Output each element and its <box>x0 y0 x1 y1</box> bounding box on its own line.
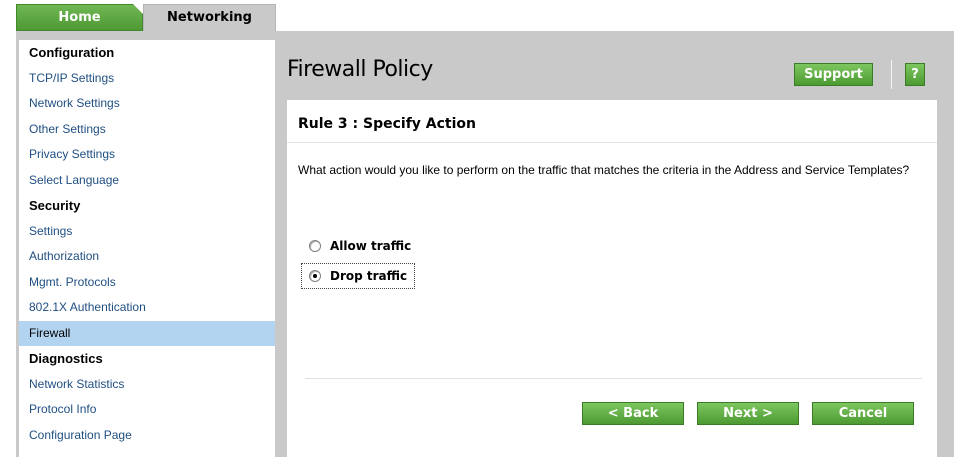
sidebar-item-mgmt-protocols[interactable]: Mgmt. Protocols <box>19 270 275 296</box>
help-button[interactable]: ? <box>905 63 925 86</box>
sidebar-item-firewall[interactable]: Firewall <box>19 320 275 346</box>
sidebar-item-protocol-info[interactable]: Protocol Info <box>19 397 275 423</box>
sidebar-header-configuration: Configuration <box>29 45 115 60</box>
sidebar-header-diagnostics: Diagnostics <box>29 351 103 366</box>
back-button[interactable]: < Back <box>582 402 684 425</box>
sidebar-item-configuration-page[interactable]: Configuration Page <box>19 423 275 449</box>
drop-traffic-label: Drop traffic <box>330 269 408 283</box>
option-drop-traffic[interactable]: Drop traffic <box>309 266 407 286</box>
sidebar-item-network-statistics[interactable]: Network Statistics <box>19 372 275 398</box>
main-area: Firewall Policy Support ? Rule 3 : Speci… <box>284 40 954 457</box>
tab-networking-label: Networking <box>167 10 252 25</box>
sidebar-item-network-settings[interactable]: Network Settings <box>19 91 275 117</box>
sidebar-item-privacy-settings[interactable]: Privacy Settings <box>19 142 275 168</box>
action-question: What action would you like to perform on… <box>298 163 910 177</box>
rule-panel: Rule 3 : Specify Action What action woul… <box>287 100 937 457</box>
sidebar-item-tcpip-settings[interactable]: TCP/IP Settings <box>19 66 275 92</box>
header-divider <box>891 60 892 89</box>
option-allow-traffic[interactable]: Allow traffic <box>309 236 411 256</box>
sidebar-item-other-settings[interactable]: Other Settings <box>19 117 275 143</box>
allow-traffic-label: Allow traffic <box>330 239 412 253</box>
tab-home-label: Home <box>58 10 101 25</box>
sidebar-item-settings[interactable]: Settings <box>19 219 275 245</box>
tab-corner <box>133 4 143 14</box>
tab-bar: Home Networking <box>0 0 954 31</box>
drop-traffic-radio[interactable] <box>309 270 321 282</box>
buttons-divider <box>305 378 922 379</box>
sidebar-item-authorization[interactable]: Authorization <box>19 244 275 270</box>
page-title: Firewall Policy <box>287 57 433 82</box>
support-button[interactable]: Support <box>794 63 873 86</box>
tab-home[interactable]: Home <box>16 4 143 31</box>
allow-traffic-radio[interactable] <box>309 240 321 252</box>
cancel-button[interactable]: Cancel <box>812 402 914 425</box>
next-button[interactable]: Next > <box>697 402 799 425</box>
tab-networking[interactable]: Networking <box>143 4 276 31</box>
sidebar-header-security: Security <box>29 198 81 213</box>
panel-divider <box>287 142 937 143</box>
panel-title: Rule 3 : Specify Action <box>298 116 477 132</box>
sidebar-item-8021x-authentication[interactable]: 802.1X Authentication <box>19 295 275 321</box>
sidebar: Configuration TCP/IP Settings Network Se… <box>19 40 275 457</box>
help-icon: ? <box>911 67 919 82</box>
sidebar-item-select-language[interactable]: Select Language <box>19 168 275 194</box>
